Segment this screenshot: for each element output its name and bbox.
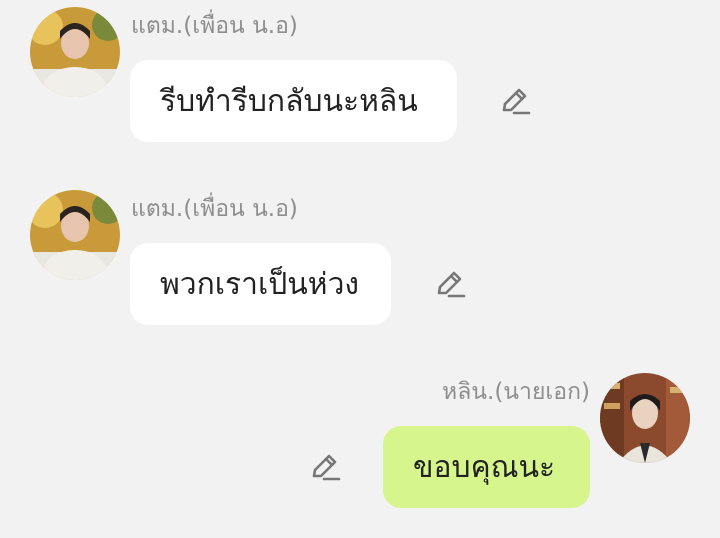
pencil-icon[interactable] [433,267,467,301]
sender-name: หลิน.(นายเอก) [442,379,590,405]
avatar-self[interactable] [600,373,690,463]
message-bubble[interactable]: ขอบคุณนะ [383,426,590,508]
avatar-friend[interactable] [30,7,120,97]
sender-name: แตม.(เพื่อน น.อ) [131,13,298,39]
pencil-icon[interactable] [308,450,342,484]
avatar-friend[interactable] [30,190,120,280]
message-bubble[interactable]: รีบทำรีบกลับนะหลิน [130,60,457,142]
message-bubble[interactable]: พวกเราเป็นห่วง [130,243,391,325]
pencil-icon[interactable] [498,84,532,118]
sender-name: แตม.(เพื่อน น.อ) [131,196,298,222]
